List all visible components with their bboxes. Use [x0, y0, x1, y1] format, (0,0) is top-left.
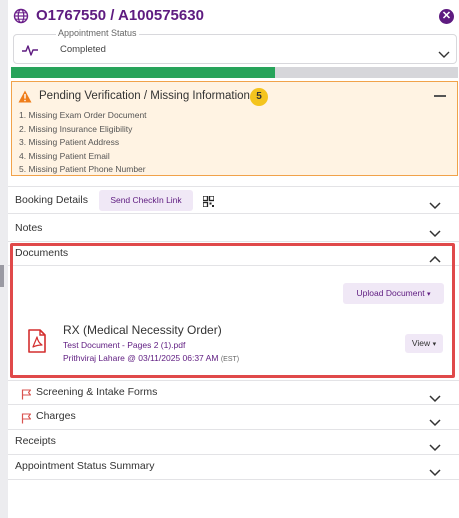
- list-item: 3. Missing Patient Address: [19, 137, 120, 147]
- section-appointment-status-summary[interactable]: Appointment Status Summary: [8, 455, 459, 480]
- list-item: 4. Missing Patient Email: [19, 150, 110, 161]
- globe-icon: [13, 8, 29, 24]
- left-scrollbar-thumb[interactable]: [0, 265, 4, 287]
- appointment-panel: O1767550 / A100575630 ✕ Appointment Stat…: [8, 0, 459, 518]
- pending-verification-title: Pending Verification / Missing Informati…: [39, 90, 250, 102]
- flag-icon: [21, 387, 32, 400]
- flag-icon: [21, 411, 32, 424]
- section-notes[interactable]: Notes: [8, 215, 459, 242]
- charges-label: Charges: [36, 410, 76, 422]
- screening-label: Screening & Intake Forms: [36, 386, 158, 398]
- close-icon: ✕: [441, 10, 452, 22]
- left-scrollbar-track[interactable]: [0, 0, 8, 518]
- section-booking-details[interactable]: Booking Details Send CheckIn Link: [8, 186, 459, 214]
- pulse-icon: [22, 43, 38, 57]
- documents-highlight-outline: [10, 243, 455, 378]
- chevron-down-icon[interactable]: [429, 464, 441, 477]
- booking-details-label: Booking Details: [15, 194, 88, 206]
- pending-items-list: 1. Missing Exam Order Document 2. Missin…: [19, 109, 147, 177]
- list-item: 5. Missing Patient Phone Number: [19, 164, 146, 174]
- close-button[interactable]: ✕: [439, 9, 454, 24]
- appointment-status-label: Appointment Status: [56, 28, 139, 38]
- chevron-down-icon[interactable]: [429, 225, 441, 238]
- section-screening-intake-forms[interactable]: Screening & Intake Forms: [8, 380, 459, 405]
- pending-count-badge: 5: [250, 88, 268, 106]
- qr-code-icon[interactable]: [202, 194, 215, 208]
- list-item: 1. Missing Exam Order Document: [19, 110, 147, 120]
- section-receipts[interactable]: Receipts: [8, 430, 459, 455]
- chevron-down-icon[interactable]: [429, 414, 441, 427]
- chevron-down-icon[interactable]: [429, 390, 441, 403]
- minus-icon[interactable]: [434, 95, 446, 97]
- send-checkin-link-button[interactable]: Send CheckIn Link: [99, 190, 193, 211]
- page-title: O1767550 / A100575630: [36, 7, 204, 24]
- appointment-status-select[interactable]: Appointment Status Completed: [13, 28, 457, 64]
- notes-label: Notes: [15, 222, 43, 234]
- appointment-status-value: Completed: [60, 44, 106, 55]
- warning-icon: [18, 90, 32, 103]
- chevron-down-icon[interactable]: [438, 46, 450, 58]
- appointment-progress-bar: [11, 67, 458, 78]
- list-item: 2. Missing Insurance Eligibility: [19, 123, 133, 134]
- receipts-label: Receipts: [15, 435, 56, 447]
- section-charges[interactable]: Charges: [8, 405, 459, 430]
- progress-fill: [11, 67, 275, 78]
- appointment-status-summary-label: Appointment Status Summary: [15, 460, 155, 472]
- chevron-down-icon[interactable]: [429, 197, 441, 210]
- pending-verification-panel: Pending Verification / Missing Informati…: [11, 81, 458, 176]
- chevron-down-icon[interactable]: [429, 439, 441, 452]
